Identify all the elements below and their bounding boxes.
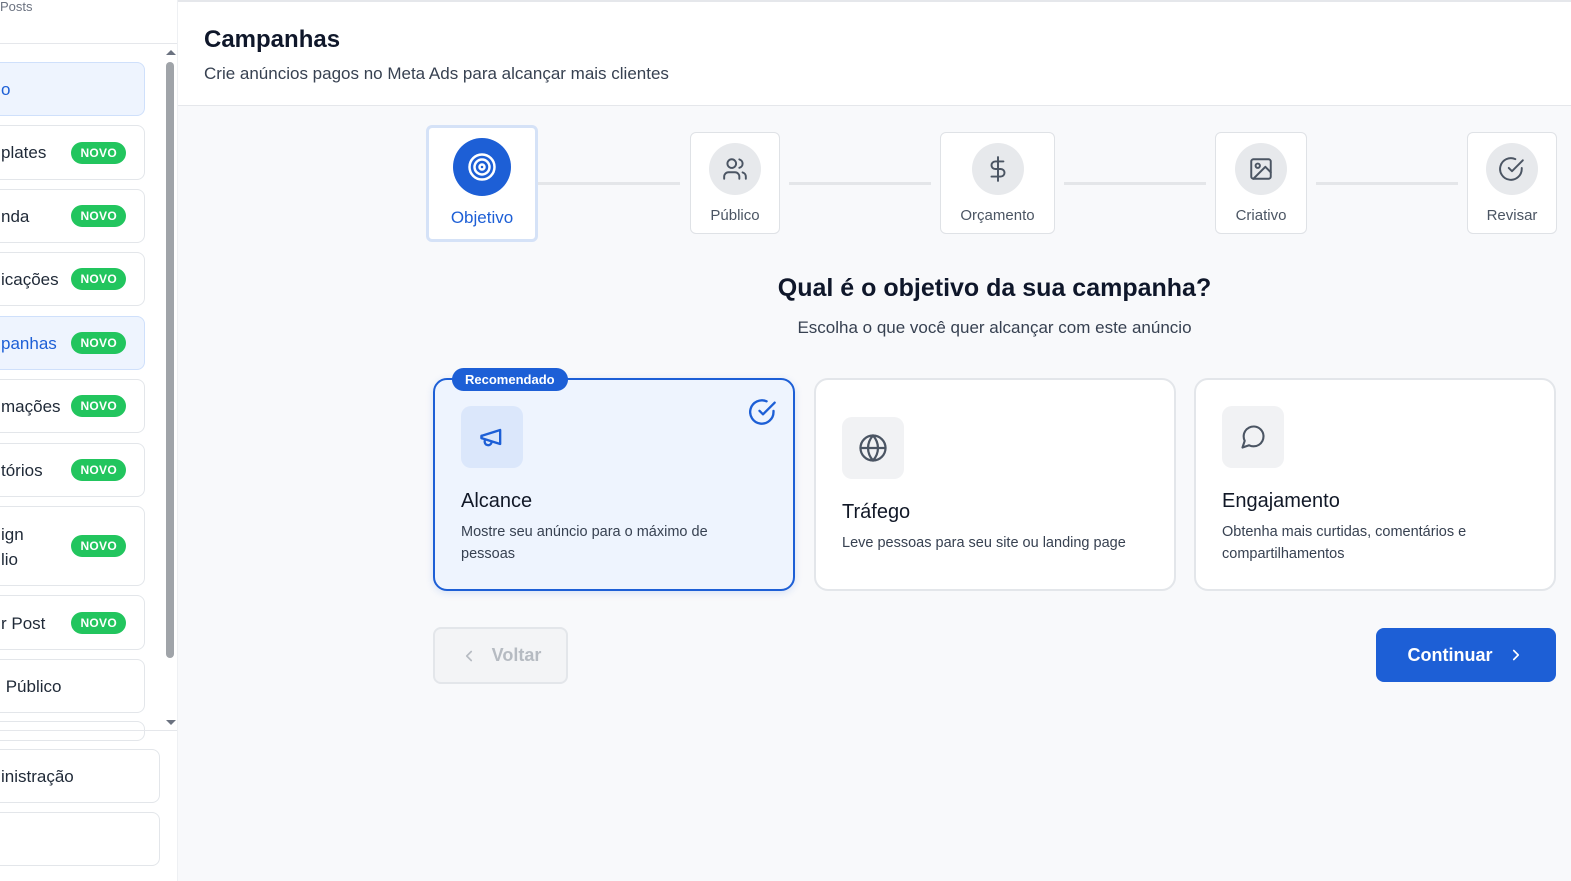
sidebar-item-label: r Post [1, 614, 46, 633]
sidebar-item-agenda[interactable]: nda NOVO [0, 189, 145, 243]
stepper-connector [538, 182, 680, 185]
scroll-down-arrow-icon[interactable] [166, 720, 176, 725]
sidebar-item-label: ign [1, 525, 24, 544]
check-circle-icon [1486, 143, 1538, 195]
sidebar-item-label-line2: lio [1, 550, 19, 569]
step-label: Revisar [1486, 207, 1538, 224]
sidebar-item-relatorios[interactable]: tórios NOVO [0, 443, 145, 497]
step-orcamento[interactable]: Orçamento [940, 132, 1055, 234]
question-subtitle: Escolha o que você quer alcançar com est… [797, 318, 1192, 337]
card-description: Mostre seu anúncio para o máximo de pess… [461, 524, 708, 562]
sidebar-item-label: inistração [1, 767, 74, 786]
scroll-up-arrow-icon[interactable] [166, 50, 176, 55]
dollar-icon [971, 143, 1024, 195]
objective-card-trafego[interactable]: Tráfego Leve pessoas para seu site ou la… [814, 378, 1176, 591]
new-badge: NOVO [71, 611, 126, 634]
new-badge: NOVO [71, 141, 126, 164]
new-badge: NOVO [71, 268, 126, 290]
question-title: Qual é o objetivo da sua campanha? [777, 274, 1212, 302]
stepper-connector [789, 182, 931, 185]
sidebar-item-label: Público [1, 677, 62, 696]
scrollbar-thumb[interactable] [166, 62, 174, 658]
sidebar-scrollbar[interactable] [163, 46, 177, 729]
continue-button-label: Continuar [1407, 644, 1493, 665]
sidebar-item-label: tórios [1, 461, 43, 480]
sidebar-item-label: mações [1, 397, 61, 416]
step-label: Objetivo [450, 208, 514, 227]
sidebar-item-post[interactable]: r Post NOVO [0, 595, 145, 650]
step-label: Orçamento [960, 207, 1035, 224]
chevron-left-icon [465, 650, 472, 661]
step-label: Público [710, 207, 760, 224]
step-objetivo[interactable]: Objetivo [426, 125, 538, 242]
sidebar: Posts o plates NOVO nda NOVO icações NOV… [0, 0, 178, 881]
new-badge: NOVO [71, 395, 126, 417]
page-header: Campanhas Crie anúncios pagos no Meta Ad… [178, 0, 1571, 106]
back-button-label: Voltar [491, 645, 542, 665]
sidebar-item-partial[interactable] [0, 721, 145, 741]
message-circle-icon [1222, 406, 1284, 468]
sidebar-divider [0, 730, 177, 731]
sidebar-item-label: plates [1, 143, 47, 162]
sidebar-item-bottom[interactable] [0, 812, 160, 866]
sidebar-top-label[interactable]: Posts [0, 0, 33, 14]
card-title: Alcance [461, 490, 533, 512]
check-circle-icon [749, 398, 777, 431]
users-icon [709, 143, 761, 195]
sidebar-item-publicacoes[interactable]: icações NOVO [0, 252, 145, 306]
back-button[interactable]: Voltar [433, 627, 568, 684]
stepper-connector [1316, 182, 1458, 185]
sidebar-item-label: panhas [1, 334, 57, 353]
objective-card-alcance[interactable]: Recomendado Alcance Mostre seu anúncio p… [433, 368, 795, 591]
sidebar-item-publico[interactable]: Público [0, 659, 145, 713]
stepper-connector [1064, 182, 1206, 185]
card-description: Obtenha mais curtidas, comentários e com… [1222, 524, 1467, 562]
step-publico[interactable]: Público [690, 132, 780, 234]
sidebar-item-automacoes[interactable]: mações NOVO [0, 379, 145, 433]
page-title: Campanhas [204, 26, 341, 53]
new-badge: NOVO [71, 205, 126, 227]
new-badge: NOVO [71, 332, 126, 354]
megaphone-icon [461, 406, 523, 468]
sidebar-item-campanhas[interactable]: panhas NOVO [0, 316, 145, 370]
step-revisar[interactable]: Revisar [1467, 132, 1557, 234]
new-badge: NOVO [71, 459, 126, 481]
sidebar-item-administracao[interactable]: inistração [0, 749, 160, 803]
sidebar-item-0[interactable]: o [0, 62, 145, 116]
chevron-right-icon [1512, 649, 1519, 661]
new-badge: NOVO [71, 535, 126, 557]
sidebar-item-design-studio[interactable]: ign lio NOVO [0, 506, 145, 586]
sidebar-item-label: o [1, 80, 11, 99]
step-criativo[interactable]: Criativo [1215, 132, 1307, 234]
sidebar-item-templates[interactable]: plates NOVO [0, 125, 145, 180]
step-label: Criativo [1235, 207, 1287, 224]
card-description: Leve pessoas para seu site ou landing pa… [842, 535, 1126, 551]
card-title: Engajamento [1222, 490, 1340, 512]
recommended-badge: Recomendado [452, 368, 568, 391]
page-subtitle: Crie anúncios pagos no Meta Ads para alc… [204, 64, 669, 83]
objective-card-engajamento[interactable]: Engajamento Obtenha mais curtidas, comen… [1194, 378, 1556, 591]
continue-button[interactable]: Continuar [1376, 628, 1556, 682]
sidebar-item-label: nda [1, 207, 30, 226]
globe-icon [842, 417, 904, 479]
sidebar-item-label: icações [1, 270, 59, 289]
target-icon [453, 138, 511, 196]
image-icon [1235, 143, 1287, 195]
card-title: Tráfego [842, 501, 911, 523]
sidebar-top-section: Posts [0, 0, 177, 44]
